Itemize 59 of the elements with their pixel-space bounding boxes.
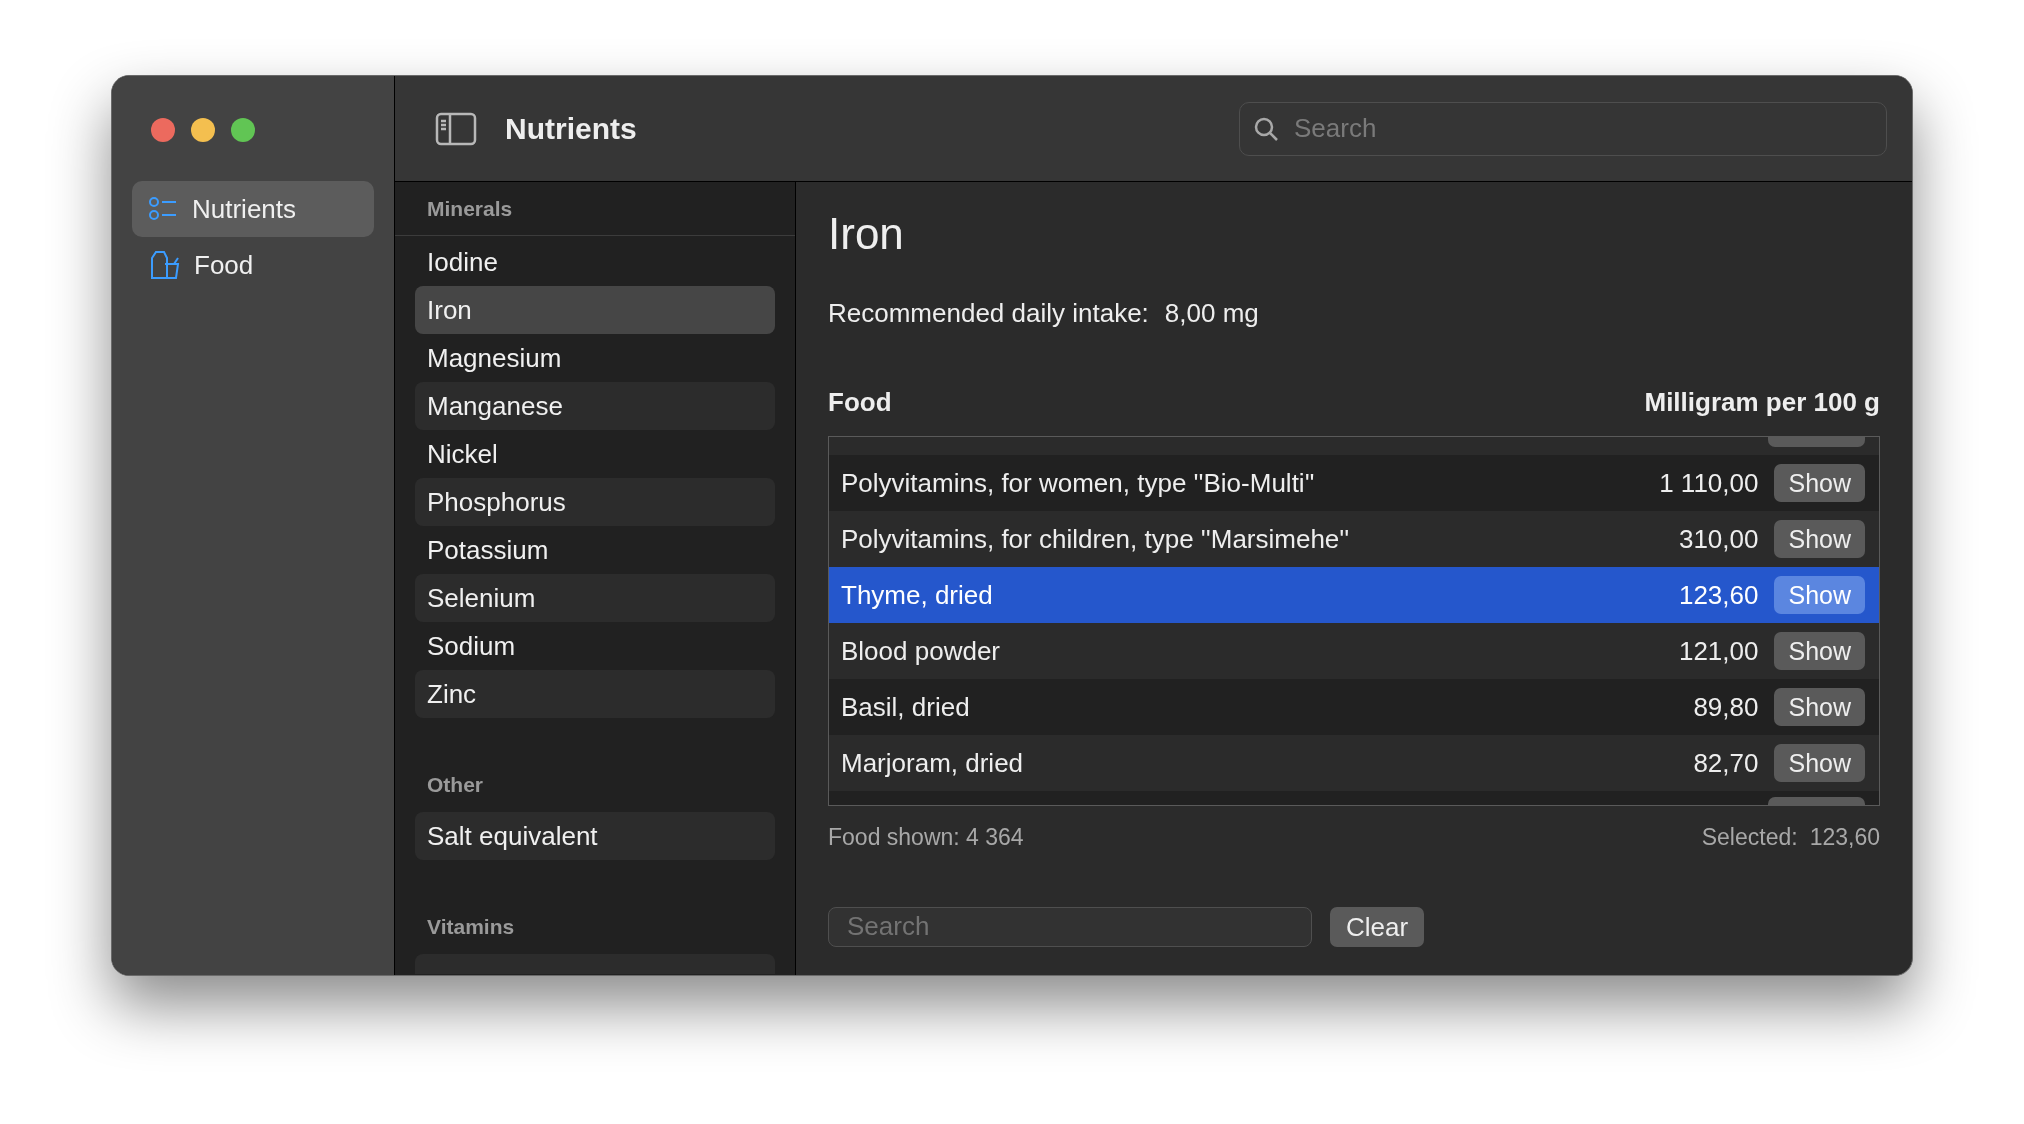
- nutrient-item[interactable]: Nickel: [415, 430, 775, 478]
- show-button[interactable]: Show: [1774, 744, 1865, 782]
- clear-button[interactable]: Clear: [1330, 906, 1425, 947]
- food-name: Marjoram, dried: [841, 746, 1025, 780]
- nutrient-item[interactable]: Sodium: [415, 622, 775, 670]
- show-button[interactable]: Show: [1774, 576, 1865, 614]
- sidebar-item[interactable]: Nutrients: [132, 181, 374, 237]
- food-value: 121,00: [1678, 634, 1759, 668]
- intake-value: 8,00 mg: [1164, 297, 1259, 330]
- show-button[interactable]: Show: [1774, 520, 1865, 558]
- food-name: Basil, dried: [841, 690, 971, 724]
- search-icon: [1253, 115, 1279, 142]
- food-name: Polyvitamins, for children, type ''Marsimehe'': [841, 522, 1351, 556]
- food-name: Blood powder: [841, 634, 1001, 668]
- food-name: Polyvitamins, for women, type ''Bio-Multi'': [841, 466, 1316, 500]
- sidebar-item[interactable]: Food: [132, 237, 374, 293]
- selected-label: Selected:: [1701, 823, 1798, 852]
- food-value: 82,70: [1693, 746, 1759, 780]
- intake-label: Recommended daily intake:: [828, 297, 1149, 330]
- column-header[interactable]: Milligram per 100 g: [1644, 383, 1880, 422]
- group-header: Vitamins: [427, 914, 515, 941]
- nutrient-item[interactable]: Iodine: [415, 238, 775, 286]
- close-window-button[interactable]: [151, 118, 175, 142]
- food-count: Food shown: 4 364: [828, 823, 1024, 852]
- nutrient-item[interactable]: Manganese: [415, 382, 775, 430]
- food-value: 89,80: [1693, 690, 1759, 724]
- group-header: Other: [427, 772, 483, 799]
- list-icon: [148, 196, 178, 222]
- show-button[interactable]: Show: [1774, 688, 1865, 726]
- group-header: Minerals: [427, 195, 513, 222]
- table-row[interactable]: Thyme, dried 123,60 Show: [829, 567, 1879, 623]
- window-title: Nutrients: [505, 111, 637, 147]
- nutrient-item[interactable]: Magnesium: [415, 334, 775, 382]
- food-name: Thyme, dried: [841, 578, 994, 612]
- nutrient-item[interactable]: Potassium: [415, 526, 775, 574]
- nutrient-item[interactable]: Selenium: [415, 574, 775, 622]
- sidebar-item-label: Food: [194, 248, 254, 282]
- filter-search-field[interactable]: Search: [828, 906, 1312, 947]
- nutrient-item[interactable]: Salt equivalent: [415, 812, 775, 860]
- nutrient-item[interactable]: Phosphorus: [415, 478, 775, 526]
- sidebar-toggle-icon[interactable]: [435, 111, 477, 146]
- table-row[interactable]: Marjoram, dried 82,70 Show: [829, 735, 1879, 791]
- show-button[interactable]: Show: [1774, 464, 1865, 502]
- column-header[interactable]: Food: [828, 383, 892, 422]
- food-value: 1 110,00: [1659, 466, 1759, 500]
- food-value: 123,60: [1678, 578, 1759, 612]
- show-button[interactable]: Show: [1774, 632, 1865, 670]
- zoom-window-button[interactable]: [231, 118, 255, 142]
- nutrient-item[interactable]: Zinc: [415, 670, 775, 718]
- table-row[interactable]: Polyvitamins, for children, type ''Marsimehe'' 310,00 Show: [829, 511, 1879, 567]
- search-field[interactable]: Search: [1239, 101, 1887, 156]
- sidebar-item-label: Nutrients: [192, 192, 297, 226]
- selected-value: 123,60: [1809, 823, 1880, 852]
- grocery-bag-icon: [148, 250, 180, 280]
- table-row[interactable]: Blood powder 121,00 Show: [829, 623, 1879, 679]
- nutrient-item[interactable]: Iron: [415, 286, 775, 334]
- minimize-window-button[interactable]: [191, 118, 215, 142]
- nutrient-title: Iron: [828, 212, 905, 256]
- food-value: 310,00: [1678, 522, 1759, 556]
